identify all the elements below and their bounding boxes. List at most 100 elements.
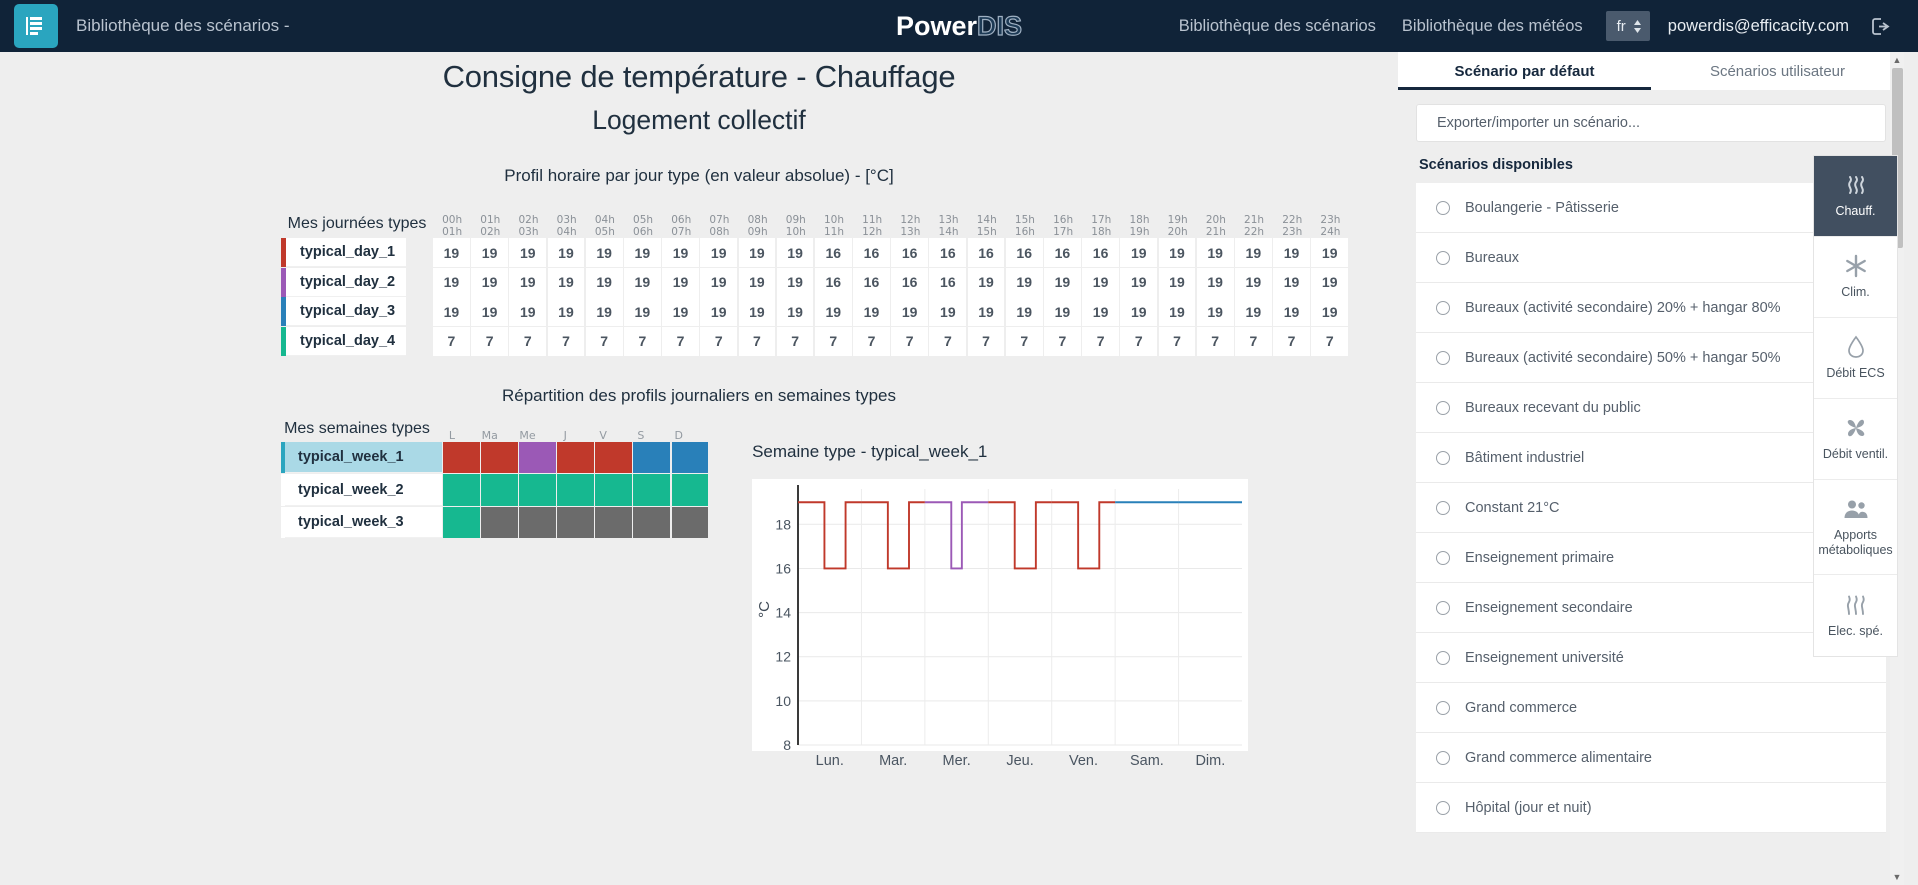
hour-value-cell[interactable]: 19 xyxy=(853,297,890,327)
radio-button-icon[interactable] xyxy=(1436,250,1450,265)
hour-value-cell[interactable]: 19 xyxy=(1005,267,1043,297)
hour-value-cell[interactable]: 19 xyxy=(1273,238,1310,267)
language-selector[interactable]: fr xyxy=(1605,11,1650,41)
hour-value-cell[interactable]: 7 xyxy=(967,326,1005,356)
hour-value-cell[interactable]: 19 xyxy=(700,238,738,267)
hour-value-cell[interactable]: 7 xyxy=(776,326,814,356)
rail-item-metabolic-gains[interactable]: Apports métaboliques xyxy=(1814,480,1897,575)
hour-value-cell[interactable]: 19 xyxy=(1311,297,1349,327)
hour-value-cell[interactable]: 7 xyxy=(1005,326,1043,356)
hour-value-cell[interactable]: 19 xyxy=(700,267,738,297)
hour-value-cell[interactable]: 16 xyxy=(967,238,1005,267)
week-day-cell[interactable] xyxy=(595,474,632,506)
hour-value-cell[interactable]: 16 xyxy=(853,238,890,267)
hour-value-cell[interactable]: 19 xyxy=(623,297,661,327)
hour-value-cell[interactable]: 7 xyxy=(1044,326,1081,356)
hour-value-cell[interactable]: 7 xyxy=(853,326,890,356)
nav-link-scenarios[interactable]: Bibliothèque des scénarios xyxy=(1166,17,1389,36)
hour-value-cell[interactable]: 16 xyxy=(1082,238,1119,267)
day-row-name[interactable]: typical_day_2 xyxy=(286,267,406,297)
hour-value-cell[interactable]: 19 xyxy=(1273,297,1310,327)
hour-value-cell[interactable]: 19 xyxy=(585,238,623,267)
hour-value-cell[interactable]: 19 xyxy=(776,267,814,297)
hour-value-cell[interactable]: 16 xyxy=(1005,238,1043,267)
week-day-cell[interactable] xyxy=(633,474,670,506)
radio-button-icon[interactable] xyxy=(1436,700,1450,715)
hour-value-cell[interactable]: 16 xyxy=(929,267,967,297)
hour-value-cell[interactable]: 7 xyxy=(929,326,967,356)
hour-value-cell[interactable]: 7 xyxy=(1082,326,1119,356)
week-day-cell[interactable] xyxy=(633,441,670,474)
radio-button-icon[interactable] xyxy=(1436,200,1450,215)
week-day-cell[interactable] xyxy=(557,474,594,506)
week-day-cell[interactable] xyxy=(481,474,518,506)
hour-value-cell[interactable]: 19 xyxy=(1311,267,1349,297)
hour-value-cell[interactable]: 19 xyxy=(1005,297,1043,327)
hour-value-cell[interactable]: 7 xyxy=(1311,326,1349,356)
hour-value-cell[interactable]: 16 xyxy=(1044,238,1081,267)
tab-default-scenario[interactable]: Scénario par défaut xyxy=(1398,52,1651,90)
hour-value-cell[interactable]: 7 xyxy=(891,326,929,356)
hour-value-cell[interactable]: 19 xyxy=(1273,267,1310,297)
hour-value-cell[interactable]: 7 xyxy=(1158,326,1196,356)
hour-value-cell[interactable]: 7 xyxy=(547,326,585,356)
hour-value-cell[interactable]: 19 xyxy=(1234,267,1272,297)
hour-value-cell[interactable]: 16 xyxy=(929,238,967,267)
week-day-cell[interactable] xyxy=(671,506,709,539)
hour-value-cell[interactable]: 19 xyxy=(776,297,814,327)
hour-value-cell[interactable]: 19 xyxy=(547,267,585,297)
hour-value-cell[interactable]: 19 xyxy=(662,267,699,297)
hour-value-cell[interactable]: 7 xyxy=(1196,326,1234,356)
hour-value-cell[interactable]: 19 xyxy=(1158,267,1196,297)
tab-user-scenarios[interactable]: Scénarios utilisateur xyxy=(1651,52,1904,90)
rail-item-cooling[interactable]: Clim. xyxy=(1814,237,1897,318)
hour-value-cell[interactable]: 19 xyxy=(1044,267,1081,297)
hour-value-cell[interactable]: 19 xyxy=(967,267,1005,297)
radio-button-icon[interactable] xyxy=(1436,650,1450,665)
hour-value-cell[interactable]: 19 xyxy=(623,238,661,267)
hour-value-cell[interactable]: 19 xyxy=(1196,238,1234,267)
hour-value-cell[interactable]: 7 xyxy=(509,326,547,356)
hour-value-cell[interactable]: 19 xyxy=(547,238,585,267)
week-day-cell[interactable] xyxy=(519,506,556,539)
week-day-cell[interactable] xyxy=(443,441,480,474)
rail-item-ventilation-flow[interactable]: Débit ventil. xyxy=(1814,399,1897,480)
hour-value-cell[interactable]: 19 xyxy=(1234,238,1272,267)
hour-value-cell[interactable]: 19 xyxy=(547,297,585,327)
hour-value-cell[interactable]: 19 xyxy=(738,297,776,327)
hour-value-cell[interactable]: 19 xyxy=(662,297,699,327)
radio-button-icon[interactable] xyxy=(1436,300,1450,315)
hour-value-cell[interactable]: 19 xyxy=(738,238,776,267)
hour-value-cell[interactable]: 19 xyxy=(1158,297,1196,327)
hour-value-cell[interactable]: 19 xyxy=(509,238,547,267)
hour-value-cell[interactable]: 19 xyxy=(1311,238,1349,267)
hour-value-cell[interactable]: 19 xyxy=(967,297,1005,327)
hour-value-cell[interactable]: 7 xyxy=(623,326,661,356)
hour-value-cell[interactable]: 19 xyxy=(471,238,508,267)
day-row-name[interactable]: typical_day_3 xyxy=(286,297,406,327)
week-day-cell[interactable] xyxy=(557,441,594,474)
hour-value-cell[interactable]: 19 xyxy=(509,297,547,327)
week-day-cell[interactable] xyxy=(443,506,480,539)
hamburger-list-icon[interactable] xyxy=(14,4,58,48)
hour-value-cell[interactable]: 19 xyxy=(738,267,776,297)
hour-value-cell[interactable]: 19 xyxy=(929,297,967,327)
hour-value-cell[interactable]: 19 xyxy=(433,297,470,327)
week-day-cell[interactable] xyxy=(481,441,518,474)
week-day-cell[interactable] xyxy=(519,441,556,474)
radio-button-icon[interactable] xyxy=(1436,750,1450,765)
week-day-cell[interactable] xyxy=(595,506,632,539)
hour-value-cell[interactable]: 7 xyxy=(1273,326,1310,356)
radio-button-icon[interactable] xyxy=(1436,450,1450,465)
rail-item-heating[interactable]: Chauff. xyxy=(1814,156,1897,237)
week-row-name[interactable]: typical_week_3 xyxy=(285,506,442,539)
radio-button-icon[interactable] xyxy=(1436,800,1450,815)
week-day-cell[interactable] xyxy=(557,506,594,539)
export-import-scenario-button[interactable]: Exporter/importer un scénario... xyxy=(1416,104,1886,142)
hour-value-cell[interactable]: 19 xyxy=(1234,297,1272,327)
radio-button-icon[interactable] xyxy=(1436,400,1450,415)
hour-value-cell[interactable]: 7 xyxy=(1234,326,1272,356)
hour-value-cell[interactable]: 19 xyxy=(700,297,738,327)
hour-value-cell[interactable]: 16 xyxy=(891,267,929,297)
hour-value-cell[interactable]: 16 xyxy=(814,267,852,297)
